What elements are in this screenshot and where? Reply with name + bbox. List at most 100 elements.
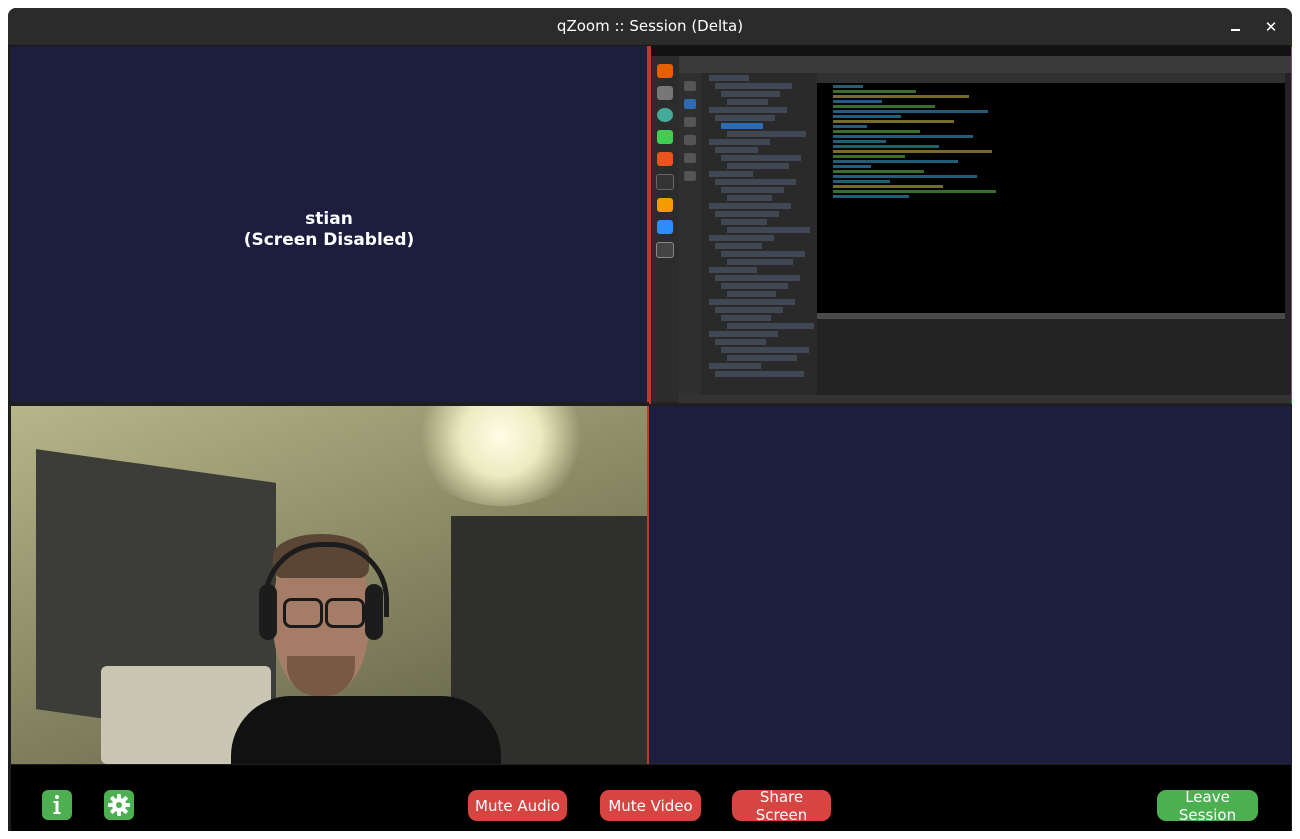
tree-line: [721, 123, 763, 129]
tree-line: [709, 299, 795, 305]
code-line: [833, 165, 871, 168]
tree-line: [721, 219, 767, 225]
code-line: [833, 110, 988, 113]
leave-session-button[interactable]: Leave Session: [1157, 788, 1258, 824]
minimize-icon: [1230, 29, 1240, 31]
participant-screen-status: (Screen Disabled): [243, 230, 415, 250]
close-button[interactable]: ✕: [1260, 16, 1282, 38]
software-center-icon: [657, 152, 673, 166]
code-line: [833, 100, 882, 103]
mode-icon: [684, 81, 696, 91]
code-line: [833, 130, 920, 133]
gear-icon: [108, 794, 130, 816]
slack-icon: [657, 108, 673, 122]
tree-line: [727, 195, 772, 201]
webcam-tile: [11, 406, 649, 764]
participant-label: stian (Screen Disabled): [11, 209, 647, 251]
shared-app-modebar: [679, 73, 701, 395]
tree-line: [709, 235, 774, 241]
info-icon: [53, 795, 61, 814]
tree-line: [715, 275, 800, 281]
webcam-person-body: [231, 696, 501, 764]
close-icon: ✕: [1264, 18, 1278, 36]
tree-line: [715, 115, 775, 121]
tree-line: [709, 363, 761, 369]
zoom-icon: [657, 220, 673, 234]
tree-line: [721, 155, 801, 161]
code-line: [833, 180, 890, 183]
shared-editor-footer: [817, 313, 1285, 319]
shared-app-statusbar: [679, 395, 1291, 403]
code-line: [833, 185, 943, 188]
tree-line: [727, 163, 789, 169]
participant-tile-stian: stian (Screen Disabled): [11, 46, 649, 402]
tree-line: [715, 83, 792, 89]
tree-line: [727, 323, 814, 329]
tree-line: [715, 307, 783, 313]
tree-line: [721, 251, 805, 257]
webcam-headphone-left: [259, 584, 277, 640]
code-line: [833, 105, 935, 108]
app-window: qZoom :: Session (Delta) ✕ stian (Screen…: [8, 8, 1292, 831]
shared-editor-tab: [817, 73, 1285, 83]
tree-line: [721, 347, 809, 353]
code-line: [833, 145, 939, 148]
mode-icon: [684, 171, 696, 181]
tree-line: [715, 371, 804, 377]
tree-line: [727, 259, 793, 265]
firefox-icon: [657, 64, 673, 78]
code-line: [833, 95, 969, 98]
tree-line: [709, 107, 787, 113]
tree-line: [709, 139, 770, 145]
mode-icon: [684, 99, 696, 109]
code-line: [833, 85, 863, 88]
terminal-icon: [656, 174, 674, 190]
code-line: [833, 170, 924, 173]
shared-screen-topbar: [651, 46, 1291, 56]
tree-line: [715, 147, 758, 153]
code-line: [833, 160, 958, 163]
tree-line: [727, 99, 768, 105]
shared-app-menubar: [679, 65, 1291, 73]
code-line: [833, 90, 916, 93]
settings-button[interactable]: [104, 790, 134, 820]
files-icon: [657, 86, 673, 100]
info-button[interactable]: [42, 790, 72, 820]
screen-share-tile: [649, 46, 1292, 404]
empty-tile: [649, 406, 1291, 764]
tree-line: [709, 171, 753, 177]
mode-icon: [684, 117, 696, 127]
tree-line: [709, 267, 757, 273]
tree-line: [727, 291, 776, 297]
participant-name: stian: [305, 209, 353, 229]
mute-video-button[interactable]: Mute Video: [600, 790, 701, 821]
shared-screen-dock: [651, 56, 679, 402]
tree-line: [721, 315, 771, 321]
tree-line: [727, 131, 806, 137]
shared-app-titlebar: [679, 56, 1291, 65]
share-screen-button[interactable]: Share Screen: [732, 788, 831, 824]
tree-line: [727, 227, 810, 233]
code-line: [833, 115, 901, 118]
tree-line: [709, 331, 778, 337]
tree-line: [709, 203, 791, 209]
monitor-icon: [656, 242, 674, 258]
webcam-headphone-right: [365, 584, 383, 640]
code-line: [833, 135, 973, 138]
code-line: [833, 175, 977, 178]
code-line: [833, 155, 905, 158]
code-line: [833, 150, 992, 153]
code-line: [833, 195, 909, 198]
tree-line: [715, 211, 779, 217]
tree-line: [715, 339, 766, 345]
code-line: [833, 125, 867, 128]
mute-audio-button[interactable]: Mute Audio: [468, 790, 567, 821]
session-toolbar: Mute Audio Mute Video Share Screen Leave…: [11, 765, 1291, 831]
code-line: [833, 190, 996, 193]
title-bar: qZoom :: Session (Delta) ✕: [8, 8, 1292, 46]
tree-line: [727, 355, 797, 361]
tree-line: [709, 75, 749, 81]
code-line: [833, 140, 886, 143]
tree-line: [715, 179, 796, 185]
minimize-button[interactable]: [1224, 16, 1246, 38]
